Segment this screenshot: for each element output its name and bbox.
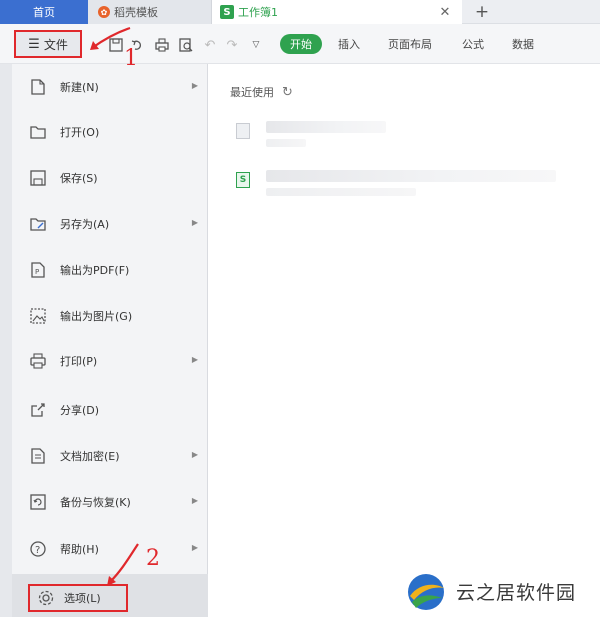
chevron-right-icon: ▶ bbox=[191, 81, 198, 90]
menu-item-share[interactable]: 分享(D) bbox=[28, 395, 204, 425]
chevron-right-icon: ▶ bbox=[191, 543, 198, 552]
help-icon: ? bbox=[28, 539, 48, 559]
ribbon-tab-formulas[interactable]: 公式 bbox=[462, 36, 484, 52]
menu-item-label: 打开(O) bbox=[60, 126, 100, 139]
svg-text:?: ? bbox=[35, 545, 40, 556]
undo-icon[interactable]: ↶ bbox=[202, 37, 218, 53]
ribbon-tab-page-layout[interactable]: 页面布局 bbox=[388, 36, 432, 52]
menu-item-label: 保存(S) bbox=[60, 172, 98, 185]
menu-item-save-as[interactable]: 另存为(A) ▶ bbox=[28, 209, 204, 239]
menu-item-label: 帮助(H) bbox=[60, 543, 99, 556]
add-tab-icon[interactable]: + bbox=[472, 2, 492, 22]
menu-item-export-image[interactable]: 输出为图片(G) bbox=[28, 301, 204, 331]
svg-text:P: P bbox=[35, 268, 39, 276]
tab-workbook-label: 工作簿1 bbox=[238, 6, 278, 19]
menu-item-options-label: 选项(L) bbox=[64, 592, 101, 605]
menu-item-label: 新建(N) bbox=[60, 81, 99, 94]
menu-item-open[interactable]: 打开(O) bbox=[28, 117, 204, 147]
close-tab-icon[interactable]: ✕ bbox=[436, 3, 454, 21]
menu-item-label: 输出为PDF(F) bbox=[60, 264, 130, 277]
menu-item-new[interactable]: 新建(N) ▶ bbox=[28, 72, 204, 102]
document-icon bbox=[236, 123, 250, 139]
chevron-right-icon: ▶ bbox=[191, 355, 198, 364]
ribbon-tab-insert[interactable]: 插入 bbox=[338, 36, 360, 52]
chevron-right-icon: ▶ bbox=[191, 450, 198, 459]
tab-home-label: 首页 bbox=[33, 6, 55, 19]
recent-section: 最近使用 ↻ bbox=[230, 84, 293, 100]
tab-home[interactable]: 首页 bbox=[0, 0, 88, 24]
menu-item-encrypt[interactable]: 文档加密(E) ▶ bbox=[28, 441, 204, 471]
save-icon bbox=[28, 168, 48, 188]
menu-item-label: 分享(D) bbox=[60, 404, 100, 417]
watermark: 云之居软件园 bbox=[404, 566, 600, 617]
recent-title: 最近使用 bbox=[230, 86, 274, 99]
recent-file-name-blurred bbox=[266, 170, 556, 182]
share-icon bbox=[28, 400, 48, 420]
menu-item-print[interactable]: 打印(P) ▶ bbox=[28, 346, 204, 376]
menu-item-label: 打印(P) bbox=[60, 355, 98, 368]
menu-left-strip bbox=[0, 64, 12, 617]
recent-file-name-blurred bbox=[266, 121, 386, 133]
annotation-step-1: 1 bbox=[124, 46, 138, 71]
image-export-icon bbox=[28, 306, 48, 326]
chevron-down-icon[interactable]: ▽ bbox=[248, 37, 264, 53]
menu-item-label: 备份与恢复(K) bbox=[60, 496, 131, 509]
print-quick-icon[interactable] bbox=[154, 37, 170, 53]
recent-file-path-blurred bbox=[266, 139, 306, 147]
encrypt-icon bbox=[28, 446, 48, 466]
tab-workbook[interactable]: S 工作簿1 bbox=[212, 0, 462, 24]
file-menu-button[interactable]: ☰ 文件 bbox=[14, 30, 82, 58]
recent-file-item[interactable]: S bbox=[236, 166, 566, 206]
printer-icon bbox=[28, 351, 48, 371]
folder-open-icon bbox=[28, 122, 48, 142]
chevron-right-icon: ▶ bbox=[191, 218, 198, 227]
menu-item-label: 文档加密(E) bbox=[60, 450, 120, 463]
chevron-right-icon: ▶ bbox=[191, 496, 198, 505]
ribbon-tab-data[interactable]: 数据 bbox=[512, 36, 534, 52]
menu-item-save[interactable]: 保存(S) bbox=[28, 163, 204, 193]
watermark-text: 云之居软件园 bbox=[456, 582, 577, 604]
tab-template[interactable]: ✿ 稻壳模板 bbox=[88, 0, 212, 24]
site-logo-icon bbox=[408, 573, 444, 610]
recent-file-path-blurred bbox=[266, 188, 416, 196]
redo-icon[interactable]: ↷ bbox=[224, 37, 240, 53]
hamburger-icon: ☰ bbox=[28, 36, 40, 52]
recent-file-item[interactable] bbox=[236, 117, 566, 157]
pdf-export-icon: P bbox=[28, 260, 48, 280]
annotation-step-2: 2 bbox=[146, 546, 160, 571]
new-file-icon bbox=[28, 77, 48, 97]
print-preview-icon[interactable] bbox=[178, 37, 194, 53]
tab-bar: 首页 ✿ 稻壳模板 S 工作簿1 ✕ + bbox=[0, 0, 600, 24]
refresh-icon[interactable]: ↻ bbox=[282, 85, 293, 100]
ribbon-tab-start[interactable]: 开始 bbox=[280, 34, 322, 54]
menu-item-label: 输出为图片(G) bbox=[60, 310, 133, 323]
spreadsheet-logo-icon: S bbox=[220, 5, 234, 19]
tab-template-label: 稻壳模板 bbox=[114, 6, 158, 19]
file-menu-label: 文件 bbox=[43, 37, 68, 52]
docer-logo-icon: ✿ bbox=[98, 6, 110, 18]
gear-icon bbox=[36, 588, 56, 608]
menu-item-label: 另存为(A) bbox=[60, 218, 110, 231]
save-as-icon bbox=[28, 214, 48, 234]
spreadsheet-file-icon: S bbox=[236, 172, 250, 188]
backup-icon bbox=[28, 492, 48, 512]
menu-item-export-pdf[interactable]: P 输出为PDF(F) bbox=[28, 255, 204, 285]
menu-item-backup[interactable]: 备份与恢复(K) ▶ bbox=[28, 487, 204, 517]
annotation-arrow-2 bbox=[107, 543, 139, 586]
